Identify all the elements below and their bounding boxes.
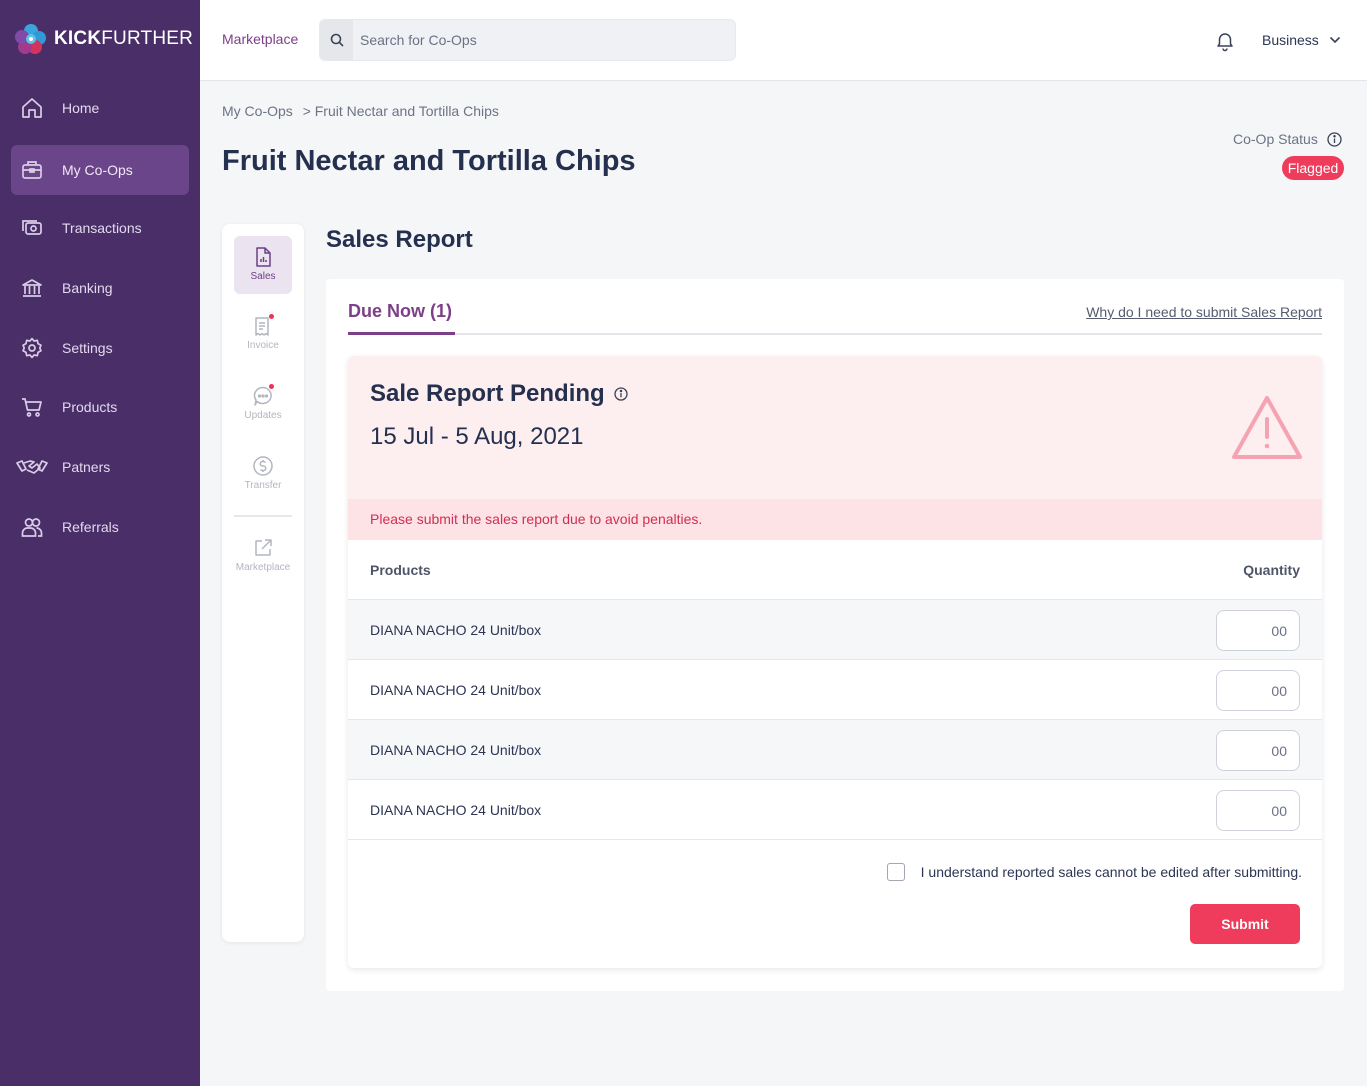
tab-underline xyxy=(348,333,1322,335)
subnav-label: Invoice xyxy=(247,340,279,351)
sidebar-item-label: Settings xyxy=(62,340,113,356)
agreement-text: I understand reported sales cannot be ed… xyxy=(920,864,1302,880)
column-products: Products xyxy=(370,562,431,578)
sidebar-item-products[interactable]: Products xyxy=(11,382,189,432)
column-quantity: Quantity xyxy=(1243,562,1300,578)
product-name: DIANA NACHO 24 Unit/box xyxy=(370,622,542,638)
breadcrumb-current: > Fruit Nectar and Tortilla Chips xyxy=(302,103,499,119)
search-icon xyxy=(330,33,344,47)
sidebar-item-label: Home xyxy=(62,100,100,116)
kickfurther-logo[interactable]: KICKFURTHER xyxy=(14,22,193,56)
status-badge: Flagged xyxy=(1282,156,1344,180)
subnav-label: Transfer xyxy=(244,480,282,491)
breadcrumb-parent[interactable]: My Co-Ops xyxy=(222,103,293,119)
users-icon xyxy=(21,518,43,537)
document-chart-icon xyxy=(256,247,271,267)
sidebar-item-label: Referrals xyxy=(62,519,119,535)
sidebar-item-transactions[interactable]: Transactions xyxy=(11,203,189,253)
subnav-item-invoice[interactable]: Invoice xyxy=(234,305,292,363)
cart-icon xyxy=(22,398,42,417)
page-title: Fruit Nectar and Tortilla Chips xyxy=(222,145,636,177)
warning-icon xyxy=(1232,396,1302,459)
product-name: DIANA NACHO 24 Unit/box xyxy=(370,742,542,758)
dollar-circle-icon xyxy=(253,456,273,476)
logo-text: KICKFURTHER xyxy=(54,28,194,49)
sidebar-item-referrals[interactable]: Referrals xyxy=(11,502,189,552)
table-row: DIANA NACHO 24 Unit/box xyxy=(348,660,1322,720)
notification-dot xyxy=(269,314,274,319)
subnav-item-sales[interactable]: Sales xyxy=(234,236,292,294)
why-submit-link[interactable]: Why do I need to submit Sales Report xyxy=(1086,304,1322,320)
bank-icon xyxy=(22,279,42,297)
sidebar-item-label: My Co-Ops xyxy=(62,162,133,178)
report-title-text: Sale Report Pending xyxy=(370,380,605,407)
search-input[interactable] xyxy=(360,29,720,51)
quantity-input[interactable] xyxy=(1216,670,1300,711)
home-icon xyxy=(22,98,42,118)
submit-button[interactable]: Submit xyxy=(1190,904,1300,944)
briefcase-icon xyxy=(22,161,42,179)
report-header: Sale Report Pending 15 Jul - 5 Aug, 2021 xyxy=(348,356,1322,499)
sidebar-item-label: Products xyxy=(62,399,118,415)
logo-icon xyxy=(15,24,46,54)
sidebar-item-patners[interactable]: Patners xyxy=(11,442,189,492)
gear-icon xyxy=(22,337,42,359)
pending-report-card: Sale Report Pending 15 Jul - 5 Aug, 2021… xyxy=(348,356,1322,968)
sales-report-panel: Due Now (1) Why do I need to submit Sale… xyxy=(326,279,1344,991)
subnav-item-marketplace[interactable]: Marketplace xyxy=(234,527,292,585)
subnav-divider xyxy=(234,515,292,517)
sidebar-item-label: Patners xyxy=(62,459,111,475)
sidebar-item-banking[interactable]: Banking xyxy=(11,263,189,313)
table-row: DIANA NACHO 24 Unit/box xyxy=(348,720,1322,780)
breadcrumb: My Co-Ops > Fruit Nectar and Tortilla Ch… xyxy=(222,103,505,119)
report-date-range: 15 Jul - 5 Aug, 2021 xyxy=(370,423,584,450)
status-label-text: Co-Op Status xyxy=(1233,131,1318,147)
top-bar: Marketplace Business xyxy=(200,0,1367,81)
info-icon[interactable] xyxy=(1327,131,1342,147)
tab-due-now[interactable]: Due Now (1) xyxy=(348,301,455,335)
co-op-subnav: Sales Invoice Updates Transfer Marketpla… xyxy=(222,224,304,942)
external-link-icon xyxy=(255,539,272,556)
chevron-down-icon xyxy=(1329,36,1340,44)
subnav-label: Updates xyxy=(244,410,282,421)
table-row: DIANA NACHO 24 Unit/box xyxy=(348,600,1322,660)
subnav-item-transfer[interactable]: Transfer xyxy=(234,445,292,503)
account-label: Business xyxy=(1262,32,1319,48)
marketplace-link[interactable]: Marketplace xyxy=(222,31,298,47)
quantity-input[interactable] xyxy=(1216,610,1300,651)
subnav-label: Sales xyxy=(250,271,276,282)
agreement-row: I understand reported sales cannot be ed… xyxy=(886,863,1302,881)
section-title: Sales Report xyxy=(326,226,473,253)
search-icon-box xyxy=(320,20,353,60)
sidebar: KICKFURTHER Home My Co-Ops Transactions … xyxy=(0,0,200,1086)
notification-dot xyxy=(269,384,274,389)
table-header: Products Quantity xyxy=(348,540,1322,600)
sidebar-item-label: Transactions xyxy=(62,220,142,236)
sidebar-item-settings[interactable]: Settings xyxy=(11,323,189,373)
subnav-label: Marketplace xyxy=(235,562,291,573)
sidebar-item-label: Banking xyxy=(62,280,113,296)
sidebar-item-my-co-ops[interactable]: My Co-Ops xyxy=(11,145,189,195)
agreement-checkbox[interactable] xyxy=(886,863,905,881)
sidebar-item-home[interactable]: Home xyxy=(11,83,189,133)
cash-icon xyxy=(22,220,42,235)
co-op-status-label: Co-Op Status xyxy=(1233,131,1342,147)
info-icon[interactable] xyxy=(614,387,628,401)
quantity-input[interactable] xyxy=(1216,790,1300,831)
penalty-notice: Please submit the sales report due to av… xyxy=(348,499,1322,540)
subnav-item-updates[interactable]: Updates xyxy=(234,375,292,433)
product-name: DIANA NACHO 24 Unit/box xyxy=(370,802,542,818)
bell-icon[interactable] xyxy=(1214,30,1236,52)
account-dropdown[interactable]: Business xyxy=(1262,32,1341,48)
product-name: DIANA NACHO 24 Unit/box xyxy=(370,682,542,698)
quantity-input[interactable] xyxy=(1216,730,1300,771)
report-title: Sale Report Pending xyxy=(370,380,628,408)
search-box xyxy=(319,19,736,61)
handshake-icon xyxy=(16,460,48,474)
table-row: DIANA NACHO 24 Unit/box xyxy=(348,780,1322,840)
